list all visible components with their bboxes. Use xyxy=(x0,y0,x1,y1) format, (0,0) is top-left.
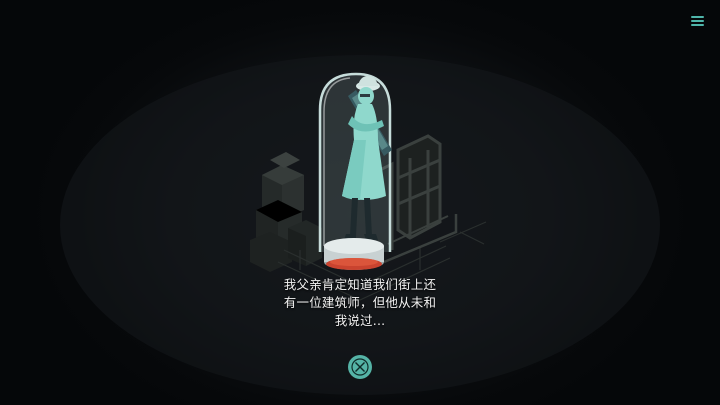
dialogue-line: 有一位建筑师，但他从未和 xyxy=(283,295,437,310)
statue-pedestal xyxy=(324,238,384,270)
game-screen: 我父亲肯定知道我们街上还 有一位建筑师，但他从未和 我说过... xyxy=(0,0,720,405)
dialogue-line: 我父亲肯定知道我们街上还 xyxy=(283,277,437,292)
hamburger-menu-icon xyxy=(691,16,704,18)
dialogue-line: 我说过... xyxy=(334,313,386,328)
dialogue-text: 我父亲肯定知道我们街上还 有一位建筑师，但他从未和 我说过... xyxy=(230,276,490,330)
close-x-icon xyxy=(351,358,369,376)
close-button[interactable] xyxy=(348,355,372,379)
menu-button[interactable] xyxy=(686,10,710,32)
isometric-scene xyxy=(60,55,660,395)
